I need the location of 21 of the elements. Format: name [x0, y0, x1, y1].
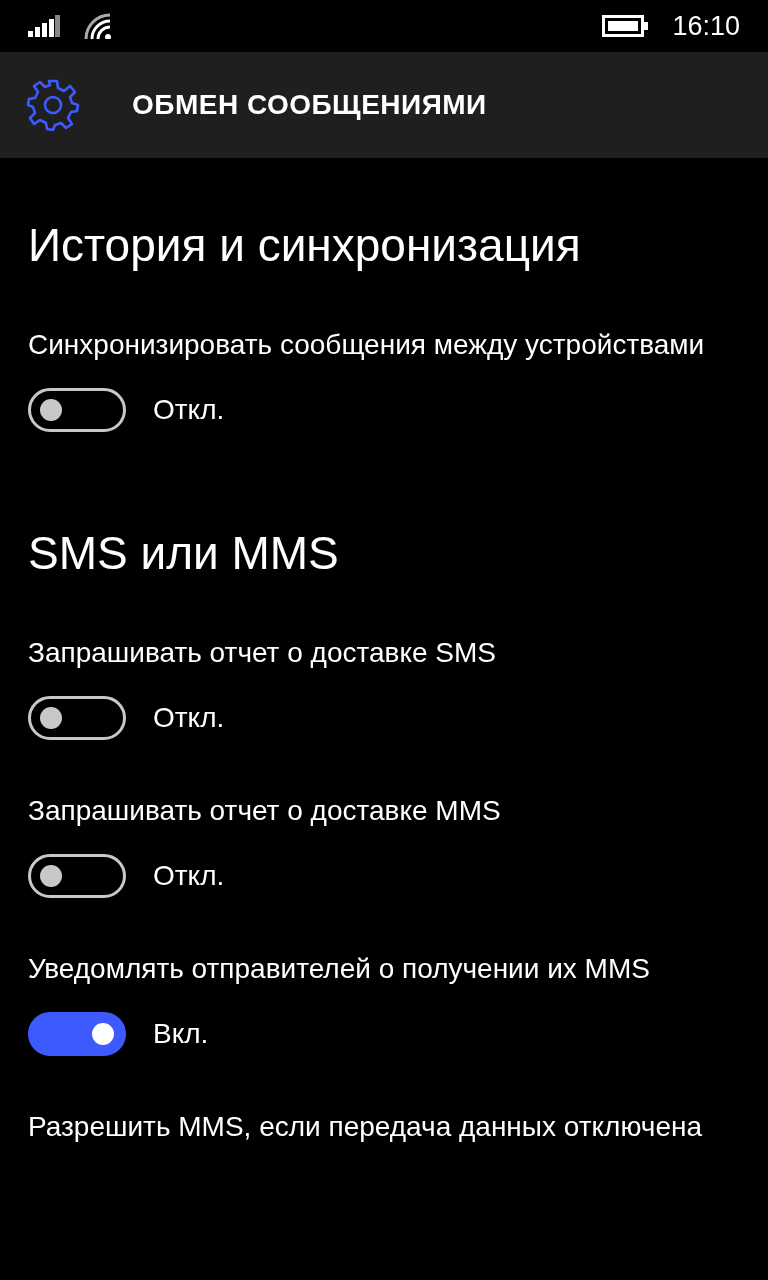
wifi-icon	[84, 13, 112, 39]
toggle-state: Вкл.	[153, 1017, 209, 1051]
toggle-state: Откл.	[153, 393, 225, 427]
toggle-state: Откл.	[153, 859, 225, 893]
toggle-switch[interactable]	[28, 1012, 126, 1056]
settings-icon	[26, 78, 80, 132]
setting-label: Запрашивать отчет о доставке SMS	[28, 636, 498, 670]
status-time: 16:10	[672, 9, 740, 43]
setting-label: Синхронизировать сообщения между устройствами	[28, 328, 706, 362]
setting-label: Запрашивать отчет о доставке MMS	[28, 794, 502, 828]
toggle-switch[interactable]	[28, 388, 126, 432]
signal-icon	[28, 15, 60, 37]
section-title: SMS или MMS	[28, 526, 340, 581]
battery-icon	[602, 15, 649, 37]
toggle-switch[interactable]	[28, 854, 126, 898]
toggle-state: Откл.	[153, 701, 225, 735]
page-title: ОБМЕН СООБЩЕНИЯМИ	[132, 88, 487, 122]
setting-label: Уведомлять отправителей о получении их MMS	[28, 952, 651, 986]
setting-label: Разрешить MMS, если передача данных отключена	[28, 1110, 703, 1144]
section-title: История и синхронизация	[28, 218, 582, 273]
toggle-switch[interactable]	[28, 696, 126, 740]
